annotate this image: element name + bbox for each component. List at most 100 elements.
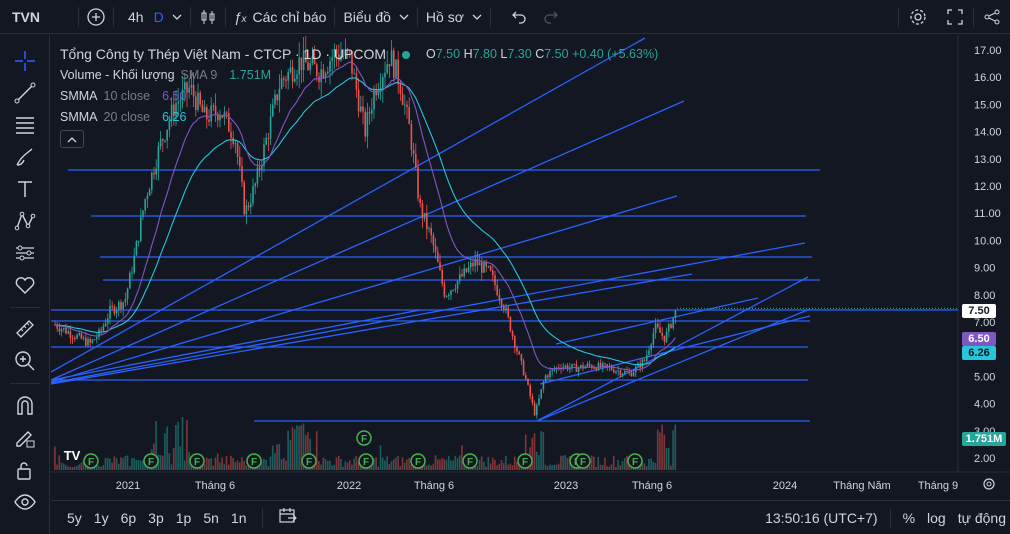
candle-body (573, 364, 575, 366)
range-5y[interactable]: 5y (61, 510, 88, 526)
volume-bar (445, 460, 448, 470)
volume-bar (117, 463, 120, 470)
volume-bar (210, 458, 212, 470)
volume-bar (601, 464, 604, 470)
undo-button[interactable] (491, 0, 535, 34)
candle-body (69, 331, 72, 338)
crosshair-tool[interactable] (12, 48, 38, 74)
volume-bar (441, 458, 443, 470)
candle-body (531, 396, 534, 403)
favorites-tool[interactable] (12, 272, 38, 298)
settings-button[interactable] (899, 0, 937, 34)
volume-bar (296, 425, 298, 470)
candle-body (547, 375, 549, 378)
volume-bar (654, 463, 657, 470)
volume-bar (392, 459, 395, 470)
candle-body (140, 217, 142, 241)
volume-bar (476, 466, 479, 470)
visibility-tool[interactable] (12, 489, 38, 515)
volume-bar (483, 461, 485, 470)
fib-tool[interactable] (12, 112, 38, 138)
volume-bar (241, 457, 243, 470)
legend-smma20-row[interactable]: SMMA 20 close 6.26 (60, 107, 658, 128)
interval-4h-button[interactable]: 4h (114, 0, 152, 34)
fib-lines-icon (16, 117, 34, 134)
svg-text:F: F (467, 457, 473, 468)
log-toggle[interactable]: log (921, 510, 952, 526)
forecast-tool[interactable] (12, 240, 38, 266)
range-1d[interactable]: 1n (225, 510, 253, 526)
brush-tool[interactable] (12, 144, 38, 170)
legend-smma10-row[interactable]: SMMA 10 close 6.50 (60, 86, 658, 107)
volume-bar (456, 458, 459, 470)
volume-bar (540, 431, 542, 470)
event-marker: F (246, 453, 262, 469)
volume-bar (505, 456, 507, 470)
redo-button[interactable] (535, 0, 567, 34)
zoom-tool[interactable] (12, 348, 38, 374)
candle-body (162, 139, 164, 141)
volume-bar (293, 429, 296, 470)
undo-icon (511, 11, 526, 24)
volume-bar (516, 461, 518, 470)
tradingview-window: TVN 4h D ƒx Các chỉ báo Biểu đồ Hồ sơ 17… (0, 0, 1010, 534)
interval-dropdown[interactable] (172, 0, 190, 34)
symbol-button[interactable]: TVN (0, 0, 78, 34)
low-value: 7.30 (507, 47, 532, 61)
chart-template-button[interactable]: Biểu đồ (335, 0, 416, 34)
volume-bar (430, 465, 432, 470)
volume-bar (98, 465, 100, 470)
volume-bar (216, 453, 219, 470)
add-symbol-button[interactable] (79, 0, 113, 34)
candle-style-button[interactable] (191, 0, 225, 34)
time-axis-label: Tháng 9 (918, 480, 958, 492)
svg-text:F: F (632, 457, 638, 468)
text-tool[interactable] (12, 176, 38, 202)
open-value: 7.50 (435, 47, 461, 61)
volume-bar (271, 445, 274, 470)
range-3m[interactable]: 3p (142, 510, 170, 526)
indicators-button[interactable]: ƒx Các chỉ báo (226, 0, 335, 34)
candle-body (646, 354, 648, 361)
pattern-tool[interactable] (12, 208, 38, 234)
candle-body (529, 384, 531, 397)
clock-timezone[interactable]: 13:50:16 (UTC+7) (759, 510, 883, 526)
legend-collapse-button[interactable] (60, 130, 84, 148)
price-axis-label: 4.00 (974, 399, 995, 411)
pattern-icon (14, 211, 36, 231)
ruler-tool[interactable] (12, 316, 38, 342)
legend-volume-row[interactable]: Volume - Khối lượng SMA 9 1.751M (60, 65, 658, 86)
event-marker: F (143, 453, 159, 469)
goto-date-button[interactable] (273, 508, 303, 527)
magnet-tool[interactable] (12, 393, 38, 419)
candle-body (254, 183, 256, 187)
percent-toggle[interactable]: % (897, 510, 921, 526)
range-6m[interactable]: 6p (115, 510, 143, 526)
volume-bar (513, 456, 516, 470)
trendline-tool[interactable] (12, 80, 38, 106)
range-1m[interactable]: 1p (170, 510, 198, 526)
range-1y[interactable]: 1y (88, 510, 115, 526)
volume-bar (406, 459, 408, 470)
lock-drawings-tool[interactable] (12, 425, 38, 451)
candle-body (236, 143, 239, 157)
volume-bar (648, 458, 650, 470)
volume-bar (333, 464, 336, 470)
volume-bar (397, 455, 399, 470)
lock-all-tool[interactable] (12, 457, 38, 483)
share-button[interactable] (974, 0, 1010, 34)
drawn-trendline (51, 195, 678, 383)
volume-bar (124, 455, 127, 470)
candle-body (148, 189, 151, 196)
candle-body (100, 329, 102, 331)
profile-button[interactable]: Hồ sơ (418, 0, 490, 34)
interval-d-button[interactable]: D (152, 0, 172, 34)
fullscreen-button[interactable] (937, 0, 973, 34)
volume-bar (234, 462, 237, 470)
volume-bar (610, 464, 613, 470)
range-5d[interactable]: 5n (197, 510, 225, 526)
candle-body (463, 268, 465, 277)
auto-toggle[interactable]: tự động (952, 510, 1010, 526)
volume-bar (612, 456, 615, 470)
candle-body (157, 146, 160, 169)
